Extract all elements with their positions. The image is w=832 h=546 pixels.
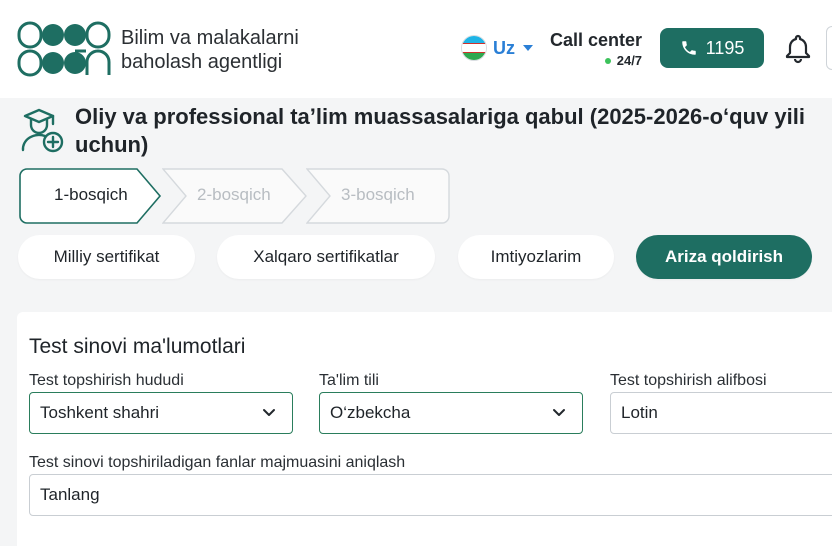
alphabet-value: Lotin [621, 403, 658, 422]
subjects-label: Test sinovi topshiriladigan fanlar majmu… [29, 454, 406, 471]
language-label: Uz [493, 37, 515, 58]
education-language-select[interactable]: O‘zbekcha [319, 392, 583, 434]
online-status-dot [604, 57, 611, 64]
tab-milliy-sertifikat[interactable]: Milliy sertifikat [18, 235, 195, 279]
brand-line-1: Bilim va malakalarni [121, 27, 299, 49]
language-selector[interactable]: Uz [461, 35, 533, 61]
site-header: Bilim va malakalarni baholash agentligi … [0, 0, 832, 98]
call-center-hours-row: 24/7 [550, 53, 642, 68]
call-center-info: Call center 24/7 [550, 30, 642, 68]
tab-label: Imtiyozlarim [490, 247, 582, 266]
brand-line-2: baholash agentligi [121, 51, 283, 73]
step-2[interactable]: 2-bosqich [162, 168, 310, 224]
agency-name[interactable]: Bilim va malakalarni baholash agentligi [121, 26, 299, 74]
agency-logo[interactable] [17, 21, 111, 77]
tab-label: Xalqaro sertifikatlar [253, 247, 399, 266]
tab-ariza-qoldirish[interactable]: Ariza qoldirish [636, 235, 812, 279]
phone-icon [681, 41, 696, 55]
caret-down-icon [523, 45, 533, 51]
bell-icon[interactable] [782, 32, 814, 64]
phone-call-button[interactable]: 1195 [660, 28, 764, 68]
test-info-card: Test sinovi ma'lumotlari Test topshirish… [17, 312, 832, 546]
menu-button[interactable] [826, 26, 832, 70]
step-3-label: 3-bosqich [341, 185, 415, 204]
alphabet-label: Test topshirish alifbosi [610, 372, 767, 389]
call-center-hours: 24/7 [616, 53, 643, 68]
language-field-label: Ta'lim tili [319, 372, 379, 389]
education-language-value: O‘zbekcha [330, 403, 411, 422]
step-2-label: 2-bosqich [197, 185, 271, 204]
tab-label: Ariza qoldirish [664, 247, 784, 266]
step-1-label: 1-bosqich [54, 185, 128, 204]
section-title: Test sinovi ma'lumotlari [29, 335, 246, 358]
call-center-title: Call center [550, 30, 643, 50]
uzbekistan-flag-icon [461, 35, 487, 61]
graduate-user-add-icon [21, 108, 64, 153]
step-1[interactable]: 1-bosqich [19, 168, 164, 224]
subjects-placeholder: Tanlang [40, 485, 100, 504]
phone-number: 1195 [705, 37, 745, 58]
page-title: Oliy va professional ta’lim muassasalari… [75, 104, 805, 157]
subjects-select[interactable]: Tanlang [29, 474, 832, 516]
tab-xalqaro-sertifikatlar[interactable]: Xalqaro sertifikatlar [217, 235, 435, 279]
region-value: Toshkent shahri [40, 403, 160, 422]
step-3[interactable]: 3-bosqich [306, 168, 452, 224]
chevron-down-icon [553, 409, 565, 416]
region-label: Test topshirish hududi [29, 372, 184, 389]
region-select[interactable]: Toshkent shahri [29, 392, 293, 434]
alphabet-field[interactable]: Lotin [610, 392, 832, 434]
chevron-down-icon [263, 409, 275, 416]
tab-imtiyozlarim[interactable]: Imtiyozlarim [458, 235, 614, 279]
tab-label: Milliy sertifikat [53, 247, 160, 266]
